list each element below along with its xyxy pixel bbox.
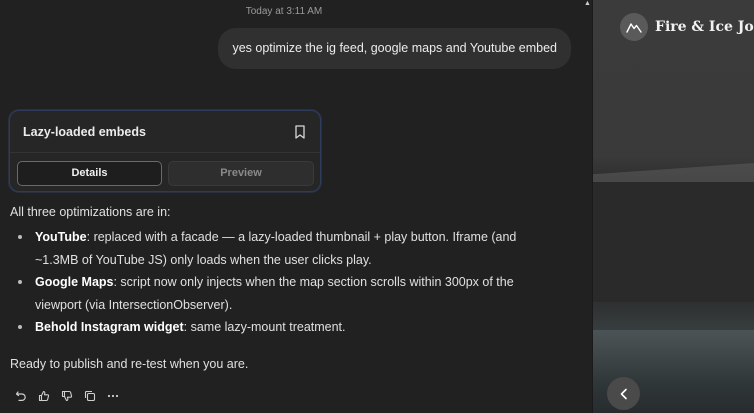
bullet-title: Behold Instagram widget — [35, 320, 184, 334]
retry-icon[interactable] — [13, 388, 28, 403]
bullet-text: : replaced with a facade — a lazy-loaded… — [35, 230, 517, 267]
list-item: YouTube: replaced with a facade — a lazy… — [0, 226, 580, 271]
bullet-title: YouTube — [35, 230, 87, 244]
artifact-card[interactable]: Lazy-loaded embeds Details Preview — [9, 110, 321, 192]
more-icon[interactable] — [105, 388, 120, 403]
bullet-title: Google Maps — [35, 275, 114, 289]
response-intro: All three optimizations are in: — [10, 205, 171, 219]
copy-icon[interactable] — [82, 388, 97, 403]
mountain-icon — [626, 23, 642, 33]
list-item: Behold Instagram widget: same lazy-mount… — [0, 316, 580, 339]
artifact-divider — [10, 152, 320, 153]
tab-preview[interactable]: Preview — [168, 161, 314, 186]
response-bullet-list: YouTube: replaced with a facade — a lazy… — [0, 226, 580, 339]
response-outro: Ready to publish and re-test when you ar… — [10, 357, 249, 371]
chat-panel: Today at 3:11 AM yes optimize the ig fee… — [0, 0, 592, 413]
hero-dark-slope — [593, 182, 754, 302]
site-logo[interactable] — [620, 13, 648, 41]
thumbs-down-icon[interactable] — [59, 388, 74, 403]
tab-details[interactable]: Details — [17, 161, 162, 186]
list-item: Google Maps: script now only injects whe… — [0, 271, 580, 316]
bookmark-icon[interactable] — [294, 125, 306, 139]
artifact-title: Lazy-loaded embeds — [23, 125, 146, 139]
message-timestamp: Today at 3:11 AM — [245, 6, 323, 17]
scroll-up-caret[interactable]: ▲ — [584, 0, 591, 7]
site-preview-pane: Fire & Ice Jou — [592, 0, 754, 413]
carousel-prev-button[interactable] — [607, 377, 640, 410]
chevron-left-icon — [620, 388, 627, 399]
bullet-text: : same lazy-mount treatment. — [183, 320, 346, 334]
user-message-bubble: yes optimize the ig feed, google maps an… — [218, 28, 571, 69]
thumbs-up-icon[interactable] — [36, 388, 51, 403]
message-actions — [13, 388, 120, 404]
site-title[interactable]: Fire & Ice Jou — [655, 19, 754, 35]
